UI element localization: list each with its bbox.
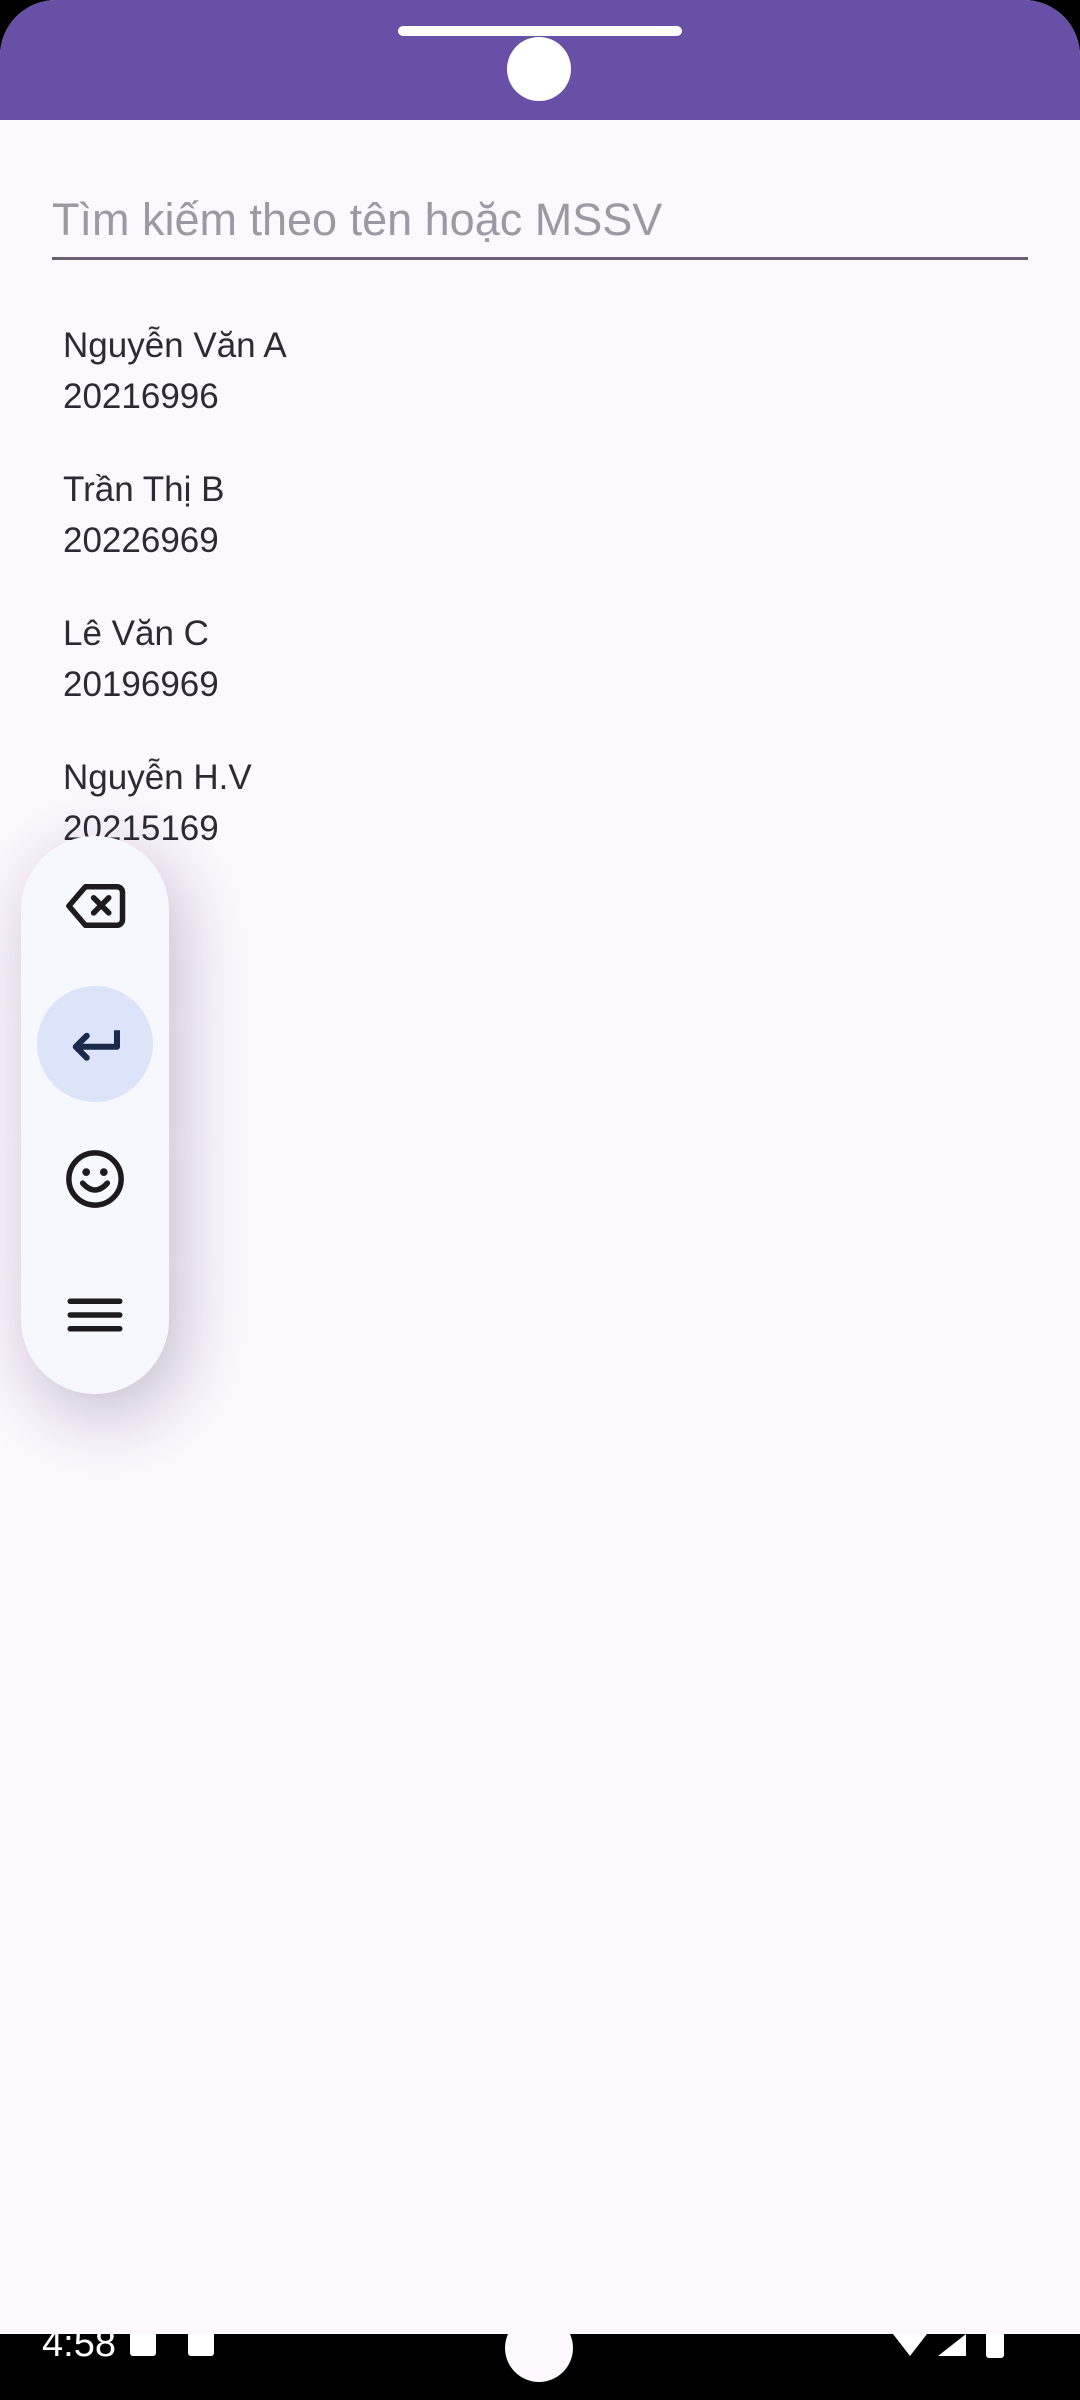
wifi-icon	[893, 2334, 927, 2356]
student-name: Nguyễn Văn A	[63, 326, 287, 365]
student-id: 20216996	[63, 377, 219, 416]
student-list-item[interactable]: Trần Thị B 20226969	[63, 464, 1023, 608]
system-bar: 4:58	[0, 2334, 1080, 2400]
student-list: Nguyễn Văn A 20216996 Trần Thị B 2022696…	[63, 320, 1023, 896]
student-name: Lê Văn C	[63, 614, 209, 653]
app-bar	[0, 0, 1080, 120]
status-time: 4:58	[42, 2334, 116, 2365]
search-field[interactable]	[52, 182, 1028, 260]
menu-button[interactable]	[37, 1257, 153, 1373]
enter-icon	[72, 1030, 121, 1061]
student-list-item[interactable]: Nguyễn Văn A 20216996	[63, 320, 1023, 464]
enter-button[interactable]	[37, 986, 153, 1102]
student-name: Trần Thị B	[63, 470, 225, 509]
menu-icon	[67, 1298, 123, 1332]
student-list-item[interactable]: Lê Văn C 20196969	[63, 608, 1023, 752]
signal-icon	[938, 2334, 966, 2356]
battery-icon	[986, 2334, 1004, 2358]
student-id: 20196969	[63, 665, 219, 704]
home-button[interactable]	[505, 2334, 573, 2382]
drag-handle-dot[interactable]	[507, 37, 571, 101]
backspace-icon	[66, 884, 126, 928]
student-name: Nguyễn H.V	[63, 758, 252, 797]
student-id: 20226969	[63, 521, 219, 560]
drag-handle-bar[interactable]	[398, 26, 682, 36]
floating-keyboard-toolbar	[21, 836, 169, 1394]
emoji-button[interactable]	[37, 1121, 153, 1237]
notification-icon	[130, 2334, 156, 2356]
emoji-icon	[66, 1150, 124, 1208]
search-input[interactable]	[52, 182, 1028, 257]
student-list-item[interactable]: Nguyễn H.V 20215169	[63, 752, 1023, 896]
backspace-button[interactable]	[37, 848, 153, 964]
student-id: 20215169	[63, 809, 219, 848]
app-screen: Nguyễn Văn A 20216996 Trần Thị B 2022696…	[0, 0, 1080, 2400]
keyboard-notification-icon	[188, 2334, 214, 2356]
